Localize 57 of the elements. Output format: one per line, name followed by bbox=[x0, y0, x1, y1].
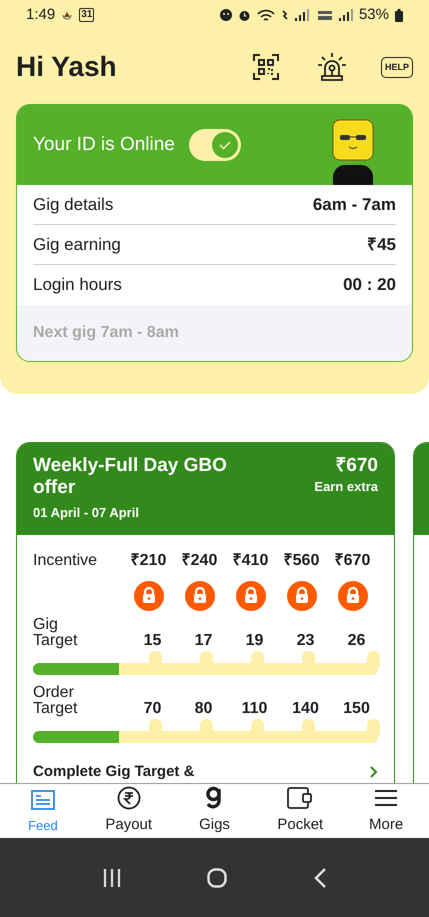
online-toggle[interactable] bbox=[188, 129, 241, 161]
incentive-amount: ₹210 bbox=[130, 551, 168, 571]
incentive-amount: ₹240 bbox=[180, 551, 218, 571]
target-value: 17 bbox=[194, 633, 214, 649]
calendar-icon: 31 bbox=[79, 8, 94, 22]
home-icon[interactable] bbox=[207, 868, 228, 888]
incentive-label: Incentive bbox=[33, 551, 98, 571]
nav-tab[interactable]: More bbox=[343, 785, 429, 837]
back-icon[interactable] bbox=[314, 868, 326, 888]
nav-tab[interactable]: Payout bbox=[86, 785, 172, 837]
letter-g-icon bbox=[205, 785, 224, 812]
target-value: 19 bbox=[244, 633, 264, 649]
siren-icon[interactable] bbox=[316, 52, 347, 82]
signal-icon bbox=[338, 8, 353, 22]
incentive-amount: ₹410 bbox=[232, 551, 270, 571]
nav-tab[interactable]: Feed bbox=[0, 786, 86, 836]
target-value: 150 bbox=[342, 701, 371, 717]
target-value: 80 bbox=[194, 701, 214, 717]
target-value: 23 bbox=[296, 633, 316, 649]
target-label: Gig Target bbox=[33, 617, 78, 649]
card-title: Your ID is Online bbox=[33, 132, 175, 157]
target-value: 15 bbox=[142, 633, 162, 649]
chevron-icon bbox=[370, 766, 378, 778]
target-value: 140 bbox=[291, 701, 320, 717]
wallet-icon bbox=[287, 785, 314, 812]
recent-apps-icon[interactable] bbox=[103, 868, 122, 886]
next-gig-text: Next gig 7am - 8am bbox=[33, 323, 179, 343]
clock: 1:49 bbox=[26, 4, 56, 25]
wifi-icon bbox=[256, 8, 275, 22]
signal-icon bbox=[280, 8, 311, 22]
offer-title: Weekly-Full Day GBO offer bbox=[33, 455, 228, 499]
target-value: 70 bbox=[142, 701, 162, 717]
incentive-amount: ₹560 bbox=[282, 551, 320, 571]
offer-caption: Earn extra bbox=[314, 478, 378, 496]
target-value: 26 bbox=[346, 633, 366, 649]
row-value: ₹45 bbox=[367, 234, 396, 256]
offer-amount: ₹670 bbox=[334, 455, 378, 477]
help-button[interactable]: HELP bbox=[380, 56, 413, 78]
row-value: 00 : 20 bbox=[343, 274, 396, 296]
incentive-amount: ₹670 bbox=[334, 551, 372, 571]
qr-scan-icon[interactable] bbox=[252, 54, 279, 80]
offer-footer-text: Complete Gig Target & bbox=[33, 762, 194, 782]
target-label: Order Target bbox=[33, 685, 78, 717]
rupee-icon bbox=[116, 785, 141, 812]
nav-tab[interactable]: Pocket bbox=[257, 785, 344, 837]
nav-tab[interactable]: Gigs bbox=[172, 785, 258, 837]
offer-dates: 01 April - 07 April bbox=[33, 504, 140, 522]
target-value: 110 bbox=[240, 701, 268, 717]
face-icon bbox=[220, 9, 232, 21]
battery-level: 53% bbox=[358, 4, 389, 25]
row-label: Gig details bbox=[33, 194, 114, 216]
row-label: Login hours bbox=[33, 274, 122, 296]
row-value: 6am - 7am bbox=[312, 194, 396, 216]
battery-icon bbox=[395, 8, 403, 22]
row-label: Gig earning bbox=[33, 234, 121, 256]
greeting: Hi Yash bbox=[16, 50, 118, 84]
alarm-icon bbox=[238, 8, 251, 22]
